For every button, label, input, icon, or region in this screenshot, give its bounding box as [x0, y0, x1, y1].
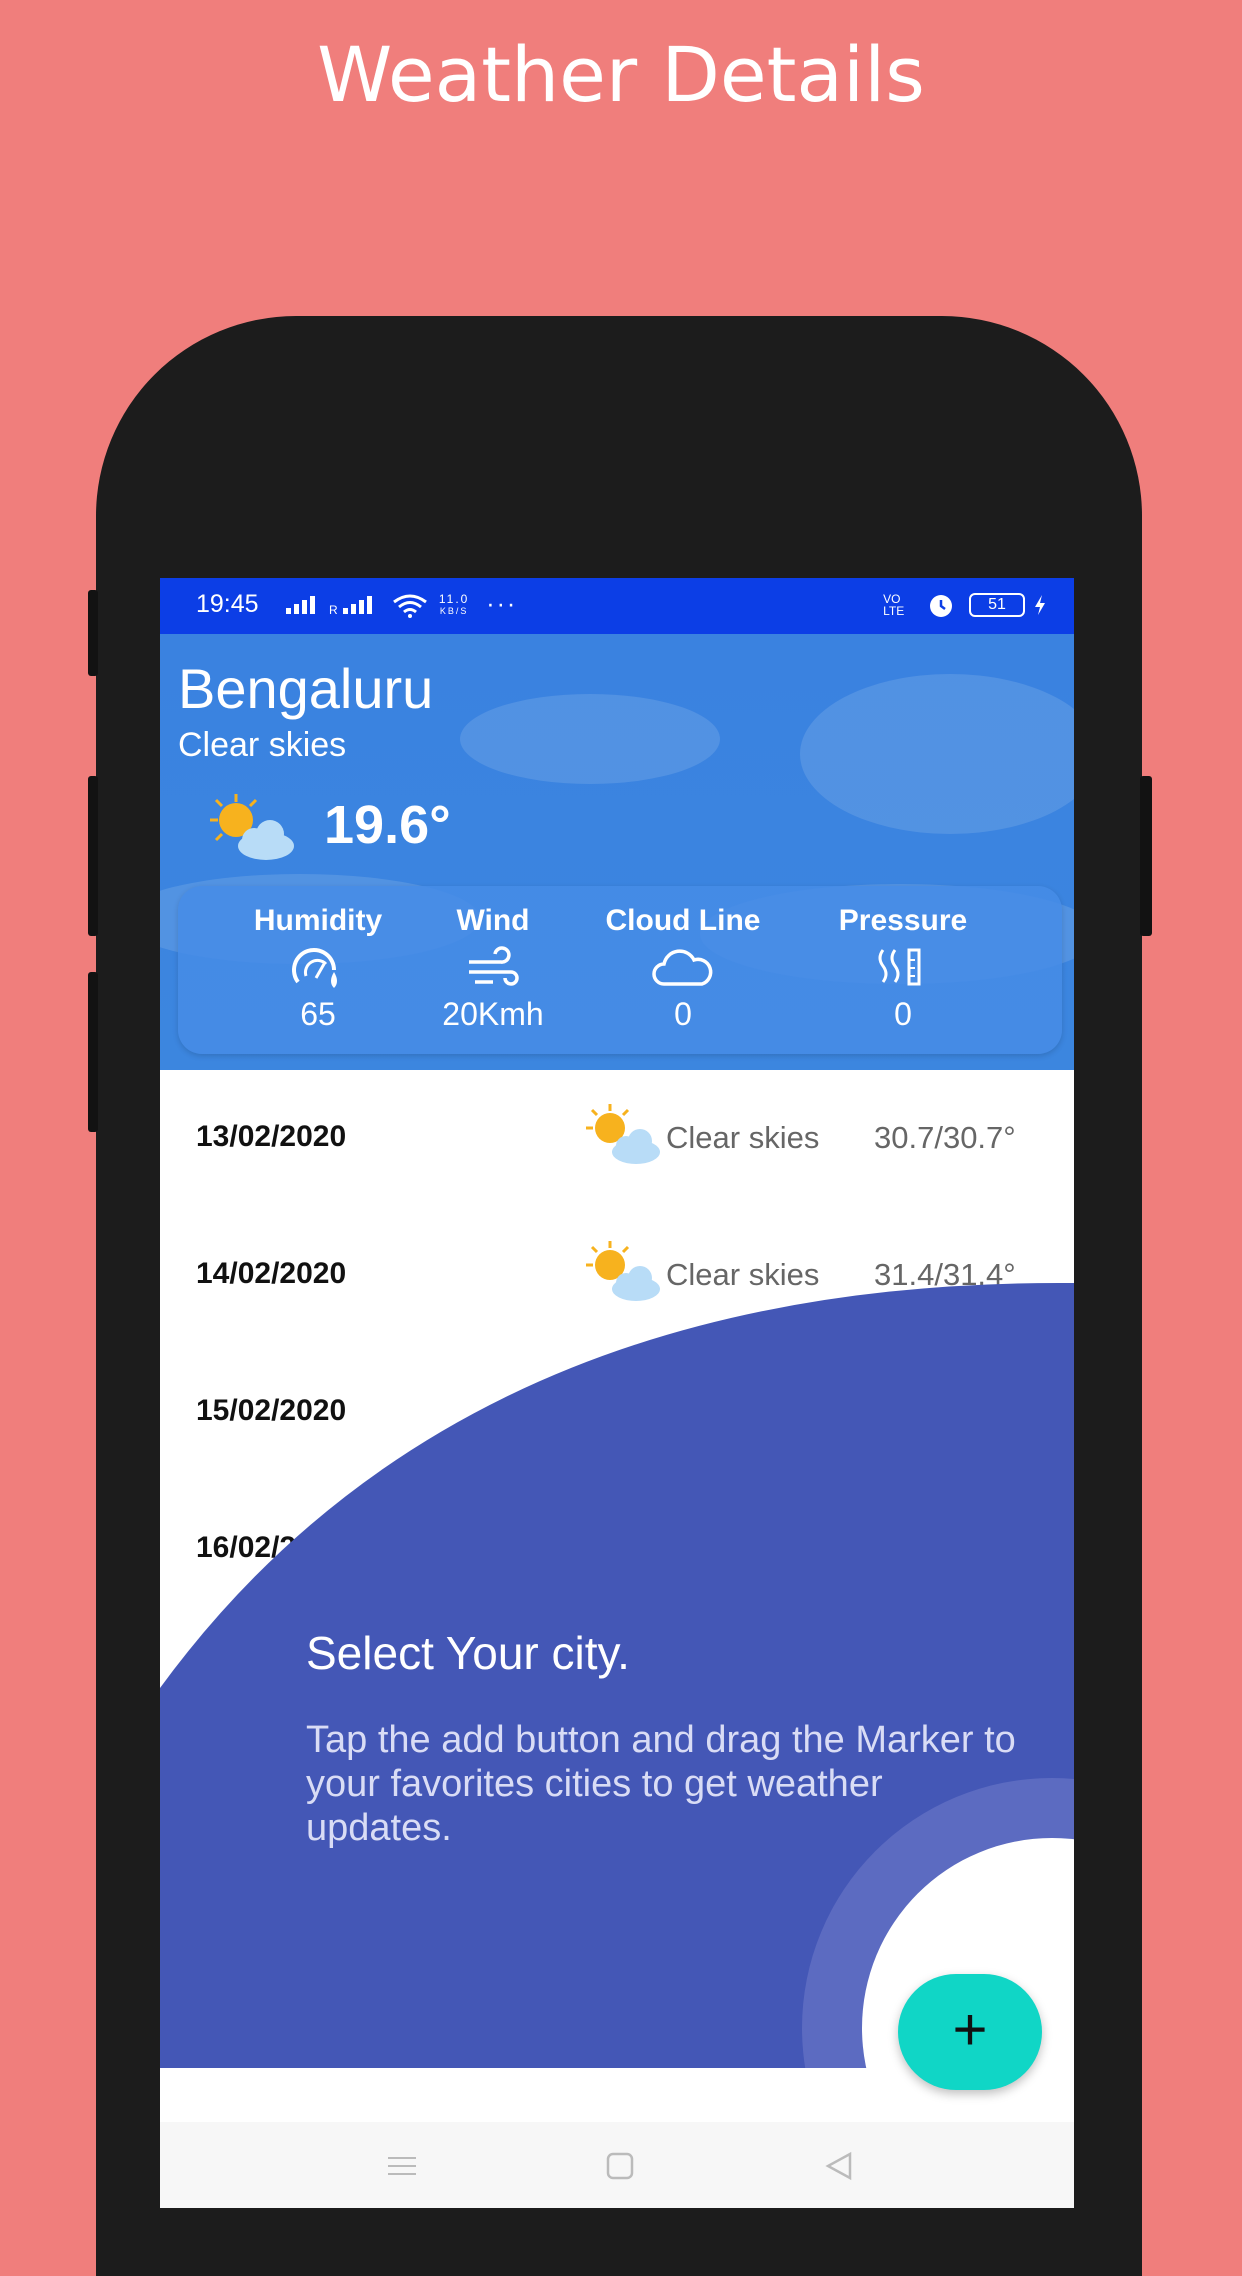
wind-icon [418, 944, 568, 994]
status-bar: 19:45 R 11.0 KB/S ··· VO LTE 51 [160, 578, 1074, 634]
forecast-temp: 31.0/31.0° [874, 1668, 1016, 1703]
partly-sunny-icon [574, 1102, 666, 1170]
forecast-row[interactable]: 16/02/2020 Clear skies 31.9/31.9° [160, 1481, 1074, 1617]
stat-label: Humidity [253, 904, 383, 937]
volte-icon: VO LTE [883, 592, 905, 619]
current-condition: Clear skies [178, 726, 347, 764]
humidity-gauge-icon [238, 944, 398, 994]
stat-value: 20Kmh [442, 996, 544, 1032]
roaming-signal-icon: R [329, 596, 372, 617]
forecast-temp: 31.9/31.9° [874, 1531, 1016, 1566]
forecast-date: 16/02/2020 [196, 1531, 347, 1564]
forecast-condition: Clear skies [666, 1942, 820, 1977]
forecast-date: 15/02/2020 [196, 1394, 347, 1427]
stat-wind: Wind 20Kmh [418, 904, 568, 1033]
more-icon: ··· [486, 590, 518, 618]
app-screen: 19:45 R 11.0 KB/S ··· VO LTE 51 Bengalur… [160, 578, 1074, 2208]
data-speed-unit: KB/S [439, 606, 469, 617]
current-temperature: 19.6° [324, 795, 451, 855]
forecast-temp: 31.8/31.8° [874, 1394, 1016, 1429]
background-cloud [460, 694, 720, 784]
forecast-temp: 31.4/31.4° [874, 1257, 1016, 1292]
stat-label: Pressure [838, 904, 968, 937]
stats-card: Humidity 65 Wind 20Kmh Cloud Line 0 Pres… [178, 886, 1062, 1054]
status-left-icons: R 11.0 KB/S ··· [284, 590, 517, 619]
charging-icon [1035, 595, 1045, 616]
stat-pressure: Pressure 0 [808, 904, 998, 1033]
forecast-temp: 30.7/30.7° [874, 1120, 1016, 1155]
forecast-condition: Clear skies [666, 1531, 820, 1566]
wifi-icon [393, 594, 427, 619]
back-triangle-icon[interactable] [820, 2146, 860, 2186]
tutorial-title: Select Your city. [306, 1627, 630, 1679]
humidity-gauge-icon [292, 948, 337, 988]
svg-text:R: R [329, 603, 340, 616]
forecast-date: 14/02/2020 [196, 1257, 347, 1290]
home-square-icon[interactable] [600, 2146, 640, 2186]
forecast-condition: Clear skies [666, 1668, 820, 1703]
stat-label: Cloud Line [605, 904, 761, 937]
data-speed-value: 11.0 [438, 592, 470, 607]
forecast-row[interactable]: 14/02/2020 Clear skies 31.4/31.4° [160, 1207, 1074, 1343]
system-nav-bar [160, 2122, 1074, 2208]
forecast-date: 13/02/2020 [196, 1120, 347, 1153]
wind-icon [469, 946, 519, 986]
weather-header: Bengaluru Clear skies 19.6° Humidity 65 … [160, 634, 1074, 1070]
tutorial-body: Tap the add button and drag the Marker t… [306, 1719, 1016, 1849]
forecast-condition: Clear skies [666, 1257, 820, 1292]
data-speed-icon: 11.0 KB/S [439, 593, 469, 617]
status-right-icons: VO LTE 51 [883, 590, 1048, 619]
phone-side-button [88, 776, 98, 936]
pressure-icon [878, 948, 921, 986]
cloud-icon [652, 949, 713, 986]
phone-side-button [1140, 776, 1152, 936]
battery-icon: 51 [969, 593, 1026, 618]
pressure-icon [808, 944, 998, 994]
stat-value: 0 [894, 996, 912, 1032]
forecast-condition: Clear skies [666, 1394, 820, 1429]
stat-humidity: Humidity 65 [238, 904, 398, 1033]
stat-value: 65 [300, 996, 336, 1032]
background-cloud [800, 674, 1074, 834]
forecast-date: 19/02/2020 [196, 1942, 347, 1975]
banner-title: Weather Details [317, 30, 925, 119]
signal-icon [286, 596, 315, 615]
stat-label: Wind [456, 904, 530, 937]
partly-sunny-icon [210, 794, 294, 860]
stat-value: 0 [674, 996, 692, 1032]
partly-sunny-icon [574, 1239, 666, 1307]
phone-side-button [88, 972, 98, 1132]
add-city-button[interactable]: + [898, 1974, 1042, 2090]
stat-cloud-line: Cloud Line 0 [588, 904, 778, 1033]
partly-sunny-icon [574, 1513, 666, 1581]
forecast-row[interactable]: 15/02/2020 Clear skies 31.8/31.8° [160, 1344, 1074, 1480]
partly-sunny-icon [574, 1376, 666, 1444]
forecast-condition: Clear skies [666, 1120, 820, 1155]
menu-icon[interactable] [382, 2146, 422, 2186]
battery-level: 51 [988, 596, 1006, 614]
cloud-icon [588, 944, 778, 994]
partly-sunny-icon [574, 1924, 666, 1992]
phone-side-button [88, 590, 98, 676]
alarm-icon [930, 595, 953, 618]
city-name: Bengaluru [178, 657, 434, 720]
forecast-row[interactable]: 13/02/2020 Clear skies 30.7/30.7° [160, 1070, 1074, 1206]
status-time: 19:45 [196, 590, 259, 618]
